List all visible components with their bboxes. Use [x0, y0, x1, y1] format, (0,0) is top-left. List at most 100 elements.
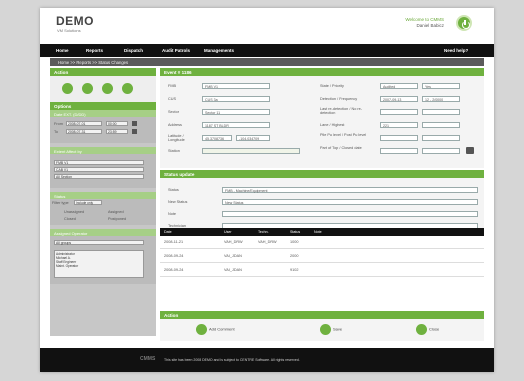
- sector-input[interactable]: Sector 11: [202, 109, 270, 115]
- part-of-top-input[interactable]: [380, 148, 418, 154]
- nav-audit-patrols[interactable]: Audit Patrols: [162, 48, 190, 53]
- field-label: Station: [168, 149, 180, 153]
- close-button[interactable]: Close: [416, 324, 439, 336]
- add-comment-button[interactable]: Add Comment: [196, 324, 235, 336]
- cus-input[interactable]: CUS 3a: [202, 96, 270, 102]
- table-row[interactable]: 2008-09-24 VAI_JDAN 9102: [160, 266, 484, 277]
- button-label: Close: [429, 326, 440, 332]
- table-row[interactable]: 2008-11-21 VAH_DRW VAH_DRW 1000: [160, 238, 484, 249]
- nav-home[interactable]: Home: [56, 48, 69, 53]
- filter-box: FMB V1 CAB V1 All Section: [50, 154, 156, 188]
- filter-select-1[interactable]: FMB V1: [54, 160, 144, 165]
- chk-closed[interactable]: Closed: [64, 217, 76, 221]
- table-row[interactable]: 2008-09-24 VAI_JDAN 2000: [160, 252, 484, 263]
- nav-help[interactable]: Need help?: [444, 48, 468, 53]
- state-input[interactable]: Audited: [380, 83, 418, 89]
- chk-postponed[interactable]: Postponed: [108, 217, 126, 221]
- filter-type-label: Filter type: [52, 201, 69, 205]
- no-redetection-input[interactable]: [422, 109, 460, 115]
- monitor-icon[interactable]: [62, 83, 73, 94]
- table-cell: VAI_JDAN: [224, 268, 242, 273]
- to-date-input[interactable]: 2008-07-31: [66, 129, 102, 134]
- truck-icon[interactable]: [122, 83, 133, 94]
- status-filter-title: Status: [50, 192, 156, 199]
- filter-title: Extent Affect by: [50, 147, 156, 154]
- main-nav: Home Reports Dispatch Audit Patrols Mana…: [40, 44, 494, 57]
- action-bar-title: Action: [160, 311, 484, 319]
- new-status-select[interactable]: New Status: [222, 199, 478, 205]
- longitude-input[interactable]: -104.034709: [236, 135, 270, 141]
- pile-level-input[interactable]: [380, 135, 418, 141]
- column-header: User: [224, 230, 232, 235]
- field-label: Address: [168, 123, 182, 127]
- breadcrumb: Home >> Reports >> Status Changes: [50, 58, 484, 66]
- chk-assigned[interactable]: Assigned: [108, 210, 124, 214]
- fmb-input[interactable]: FMB V1: [202, 83, 270, 89]
- action-title: Action: [50, 68, 156, 76]
- station-input[interactable]: [202, 148, 300, 154]
- priority-input[interactable]: Yes: [422, 83, 460, 89]
- username[interactable]: Daniel Babicz: [416, 23, 444, 28]
- save-button[interactable]: Save: [320, 324, 342, 336]
- list-icon[interactable]: [102, 83, 113, 94]
- frequency-input[interactable]: 12 - 2/0000: [422, 96, 460, 102]
- column-header: Date: [164, 230, 172, 235]
- list-item[interactable]: Maint. Operator: [56, 264, 142, 268]
- field-label: Note: [168, 212, 177, 216]
- from-date-input[interactable]: 2008-07-01: [66, 121, 102, 126]
- from-time-input[interactable]: 00:00: [106, 121, 128, 126]
- nav-reports[interactable]: Reports: [86, 48, 103, 53]
- user-icon[interactable]: [82, 83, 93, 94]
- calendar-icon[interactable]: [132, 129, 137, 134]
- action-bar: Action Add Comment Save Close: [160, 311, 484, 341]
- table-cell: 2008-09-24: [164, 268, 184, 273]
- table-cell: VAH_DRW: [224, 240, 243, 245]
- field-label: Detection / Frequency: [320, 97, 358, 101]
- note-input[interactable]: [222, 211, 478, 217]
- table-cell: VAI_JDAN: [224, 254, 242, 259]
- assign-select[interactable]: All groups: [54, 240, 144, 245]
- nav-dispatch[interactable]: Dispatch: [124, 48, 143, 53]
- filter-select-2[interactable]: CAB V1: [54, 167, 144, 172]
- field-label: Pile Pu level / Post Pu level: [320, 133, 367, 137]
- event-form: FMB FMB V1 CUS CUS 3a Sector Sector 11 A…: [160, 76, 484, 168]
- closed-date-input[interactable]: [422, 148, 460, 154]
- table-cell: 2000: [290, 254, 299, 259]
- nav-managements[interactable]: Managements: [204, 48, 234, 53]
- filter-type-select[interactable]: Include only: [74, 200, 102, 205]
- last-redetection-input[interactable]: [380, 109, 418, 115]
- to-label: To: [54, 130, 59, 134]
- field-label: Latitude / Longitude: [168, 134, 185, 142]
- table-cell: 1000: [290, 240, 299, 245]
- highest-input[interactable]: [422, 122, 460, 128]
- power-icon[interactable]: [456, 15, 472, 31]
- operator-list[interactable]: Administrator Michael A. Staff Engineer …: [54, 250, 144, 278]
- options-title: Options: [50, 102, 156, 110]
- from-label: From: [54, 122, 63, 126]
- left-panel: Action Options Date EXT. (D/DD) From 200…: [50, 68, 156, 336]
- filter-select-3[interactable]: All Section: [54, 174, 144, 179]
- table-cell: 2008-11-21: [164, 240, 184, 245]
- save-icon: [320, 324, 331, 335]
- main-panel: Event # 1186 FMB FMB V1 CUS CUS 3a Secto…: [160, 68, 484, 341]
- lane-input[interactable]: 221: [380, 122, 418, 128]
- table-cell: 9102: [290, 268, 299, 273]
- detection-input[interactable]: 2007-09-13: [380, 96, 418, 102]
- chk-unassigned[interactable]: Unassigned: [64, 210, 84, 214]
- assigned-box: All groups Administrator Michael A. Staf…: [50, 236, 156, 284]
- field-label: FMB: [168, 84, 177, 88]
- latitude-input[interactable]: 45.3708736: [202, 135, 232, 141]
- to-time-input[interactable]: 23:59: [106, 129, 128, 134]
- post-level-input[interactable]: [422, 135, 460, 141]
- status-filter-box: Filter type Include only Unassigned Assi…: [50, 199, 156, 225]
- calendar-icon[interactable]: [132, 121, 137, 126]
- table-cell: VAH_DRW: [258, 240, 277, 245]
- event-title: Event # 1186: [160, 68, 484, 76]
- date-range-box: From 2008-07-01 00:00 To 2008-07-31 23:5…: [50, 117, 156, 143]
- address-input[interactable]: 1187 ST BLDR: [202, 122, 270, 128]
- status-input[interactable]: FMB - Machine/Equipment: [222, 187, 478, 193]
- column-header: Note: [314, 230, 322, 235]
- calendar-icon[interactable]: [466, 147, 474, 154]
- comment-icon: [196, 324, 207, 335]
- button-label: Save: [333, 326, 343, 332]
